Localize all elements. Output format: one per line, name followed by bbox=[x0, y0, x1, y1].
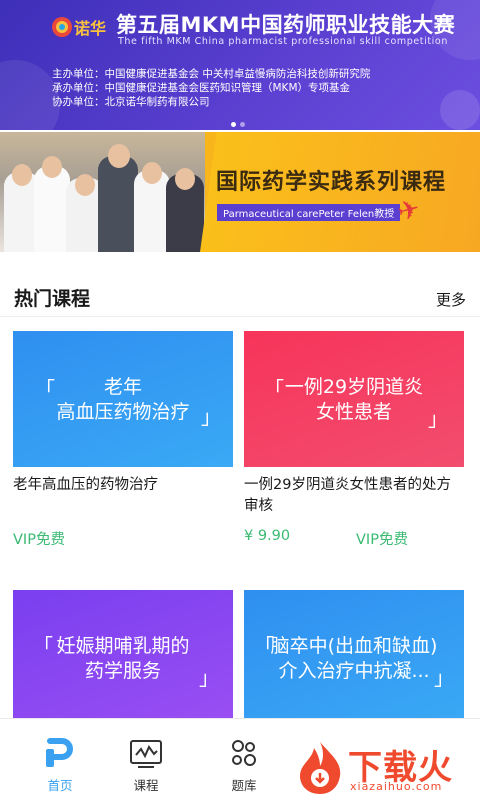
question-bank-icon bbox=[232, 740, 256, 766]
banner-subtitle: The fifth MKM China pharmacist professio… bbox=[118, 36, 448, 47]
course-monitor-icon bbox=[130, 740, 162, 768]
banner-course-subtitle: Parmaceutical carePeter Felen教授 bbox=[217, 204, 401, 221]
course-thumbnail[interactable]: 「 」 一例29岁阴道炎 女性患者 bbox=[244, 331, 464, 467]
photo-head bbox=[175, 168, 195, 190]
watermark-url: xiazaihuo.com bbox=[350, 780, 443, 793]
thumbnail-text: 妊娠期哺乳期的 药学服务 bbox=[56, 635, 190, 682]
carousel-dot-active[interactable] bbox=[231, 122, 236, 127]
thumbnail-text: 老年 高血压药物治疗 bbox=[56, 376, 190, 423]
carousel-dot[interactable] bbox=[240, 122, 245, 127]
organizer-line: 主办单位：中国健康促进基金会 中关村卓益慢病防治科技创新研究院 bbox=[52, 68, 371, 80]
course-thumbnail[interactable]: 「 」 老年 高血压药物治疗 bbox=[13, 331, 233, 467]
photo-head bbox=[75, 174, 95, 196]
photo-head bbox=[42, 156, 62, 178]
course-card[interactable]: 「 」 老年 高血压药物治疗 老年高血压的药物治疗 VIP免费 bbox=[13, 331, 233, 548]
photo-head bbox=[108, 144, 130, 168]
course-thumbnail[interactable]: 「 」 脑卒中(出血和缺血) 介入治疗中抗凝... bbox=[244, 590, 464, 726]
watermark-logo: 下载火 xiazaihuo.com bbox=[290, 738, 480, 800]
hero-banner-competition[interactable]: 诺华 第五届MKM中国药师职业技能大赛 The fifth MKM China … bbox=[0, 0, 480, 130]
home-p-icon bbox=[46, 738, 73, 767]
decor-circle bbox=[440, 90, 480, 130]
decor-circle bbox=[0, 60, 60, 130]
photo-head bbox=[12, 164, 32, 186]
more-link[interactable]: 更多 bbox=[436, 289, 466, 310]
tab-label: 题库 bbox=[231, 778, 257, 793]
organizer-line: 承办单位：中国健康促进基金会医药知识管理（MKM）专项基金 bbox=[52, 82, 351, 94]
course-card[interactable]: 「 」 妊娠期哺乳期的 药学服务 bbox=[13, 590, 233, 726]
course-price: ¥ 9.90 bbox=[244, 528, 291, 544]
vip-free-badge: VIP免费 bbox=[356, 532, 408, 548]
course-card[interactable]: 「 」 脑卒中(出血和缺血) 介入治疗中抗凝... bbox=[244, 590, 464, 726]
thumbnail-text: 一例29岁阴道炎 女性患者 bbox=[284, 376, 424, 423]
organizer-line: 协办单位：北京诺华制药有限公司 bbox=[52, 96, 210, 108]
course-title[interactable]: 老年高血压的药物治疗 bbox=[13, 475, 233, 496]
section-title: 热门课程 bbox=[14, 288, 91, 310]
photo-person bbox=[34, 166, 70, 252]
thumbnail-text: 脑卒中(出血和缺血) 介入治疗中抗凝... bbox=[270, 635, 438, 682]
competition-logo: 诺华 bbox=[52, 17, 106, 38]
photo-head bbox=[142, 162, 162, 184]
banner-title: 第五届MKM中国药师职业技能大赛 bbox=[116, 13, 456, 37]
banner-course-title: 国际药学实践系列课程 bbox=[216, 170, 447, 195]
hot-courses-header: 热门课程 更多 bbox=[0, 270, 480, 317]
vip-free-badge: VIP免费 bbox=[13, 532, 65, 548]
flame-logo-icon bbox=[300, 742, 341, 794]
course-card[interactable]: 「 」 一例29岁阴道炎 女性患者 一例29岁阴道炎女性患者的处方审核 ¥ 9.… bbox=[244, 331, 464, 548]
tab-question-bank[interactable]: 题库 bbox=[184, 719, 304, 801]
carousel-dots[interactable] bbox=[231, 112, 249, 130]
course-title[interactable]: 一例29岁阴道炎女性患者的处方审核 bbox=[244, 475, 464, 517]
course-thumbnail[interactable]: 「 」 妊娠期哺乳期的 药学服务 bbox=[13, 590, 233, 726]
logo-text: 诺华 bbox=[74, 19, 106, 38]
photo-person bbox=[98, 156, 138, 252]
promo-banner-pharmacy-course[interactable]: 国际药学实践系列课程 Parmaceutical carePeter Felen… bbox=[0, 132, 480, 252]
group-photo bbox=[0, 132, 205, 252]
